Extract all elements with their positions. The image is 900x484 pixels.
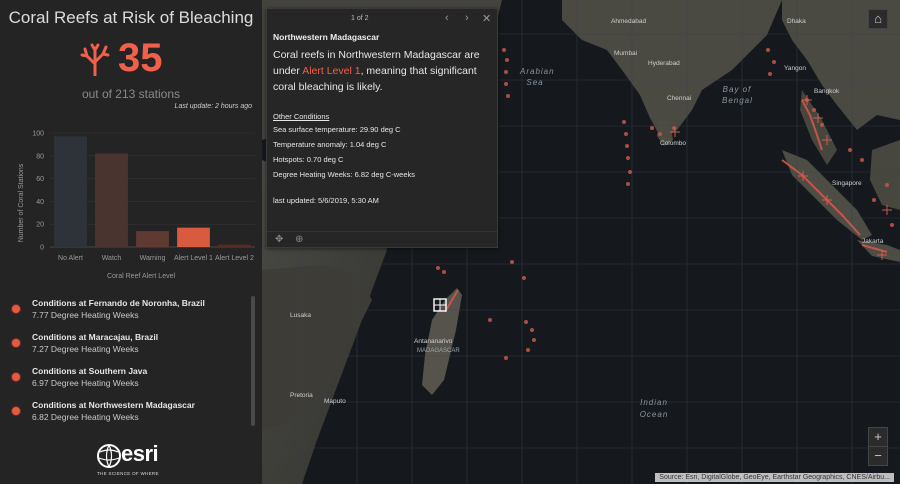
other-conditions-heading: Other Conditions: [273, 112, 330, 121]
app-title: Coral Reefs at Risk of Bleaching: [8, 8, 254, 27]
popup-footer: ✥ ⊕: [267, 231, 497, 249]
hotspots-line: Hotspots: 0.70 deg C: [273, 155, 344, 164]
label-ahmedabad: Ahmedabad: [611, 18, 647, 25]
label-yangon: Yangon: [784, 65, 806, 72]
condition-heating-weeks: 7.77 Degree Heating Weeks: [32, 310, 139, 320]
alert-dot-icon: [11, 372, 21, 382]
condition-title: Conditions at Fernando de Noronha, Brazi…: [32, 298, 205, 308]
condition-heating-weeks: 6.82 Degree Heating Weeks: [32, 412, 139, 422]
stations-total-label: out of 213 stations: [81, 87, 181, 101]
coral-icon: [80, 43, 110, 76]
alert-dot-icon: [11, 338, 21, 348]
condition-list-item[interactable]: Conditions at Southern Java 6.97 Degree H…: [0, 362, 255, 396]
x-tick-label: Alert Level 2: [215, 255, 254, 262]
y-tick-label: 100: [32, 131, 44, 138]
label-hyderabad: Hyderabad: [648, 60, 680, 67]
x-axis-label: Coral Reef Alert Level: [107, 273, 176, 280]
condition-heating-weeks: 7.27 Degree Heating Weeks: [32, 344, 139, 354]
pan-icon[interactable]: ✥: [275, 234, 283, 245]
x-tick-label: Warning: [140, 255, 166, 262]
y-tick-labels: 0 20 40 60 80 100: [32, 131, 44, 252]
alert-dot-icon: [11, 406, 21, 416]
x-tick-label: Alert Level 1: [174, 255, 213, 262]
condition-heating-weeks: 6.97 Degree Heating Weeks: [32, 378, 139, 388]
x-tick-label: Watch: [102, 255, 122, 262]
dhw-line: Degree Heating Weeks: 6.82 deg C-weeks: [273, 170, 416, 179]
y-axis-label: Number of Coral Stations: [18, 163, 25, 242]
label-dhaka: Dhaka: [787, 18, 806, 25]
station-count-row: 35: [0, 36, 262, 84]
label-madagascar: MADAGASCAR: [417, 348, 460, 354]
left-panel: Coral Reefs at Risk of Bleaching 35 out …: [0, 0, 262, 484]
y-tick-label: 20: [36, 222, 44, 229]
label-antananarivo: Antananarivo: [414, 338, 453, 345]
label-maputo: Maputo: [324, 398, 346, 405]
condition-title: Conditions at Maracajau, Brazil: [32, 332, 159, 342]
popup-header: 1 of 2 ‹ › ✕: [267, 9, 497, 29]
zoom-to-icon[interactable]: ⊕: [295, 234, 303, 245]
y-tick-label: 0: [40, 245, 44, 252]
last-updated-line: last updated: 5/6/2019, 5:30 AM: [273, 196, 379, 205]
label-colombo: Colombo: [660, 140, 687, 147]
popup-pager: 1 of 2: [351, 15, 369, 22]
bar-watch[interactable]: [95, 153, 128, 247]
label-pretoria: Pretoria: [290, 392, 313, 399]
label-singapore: Singapore: [832, 180, 862, 187]
alert-level-bar-chart: 0 20 40 60 80 100 No Alert Watch Warning Alert L…: [18, 131, 255, 280]
label-indian-ocean: Indian Ocean: [639, 398, 669, 419]
alert-dot-icon: [11, 304, 21, 314]
condition-list-item[interactable]: Conditions at Fernando de Noronha, Brazi…: [0, 294, 255, 328]
label-mumbai: Mumbai: [614, 50, 638, 57]
previous-icon[interactable]: ‹: [445, 12, 449, 24]
popup-title: Northwestern Madagascar: [273, 32, 380, 42]
y-tick-label: 60: [36, 176, 44, 183]
label-arabian-sea: Arabian Sea: [520, 67, 555, 87]
x-tick-label: No Alert: [58, 255, 83, 262]
popup-alert-level: Alert Level 1: [302, 65, 361, 77]
anomaly-line: Temperature anomaly: 1.04 deg C: [273, 140, 387, 149]
y-tick-label: 40: [36, 199, 44, 206]
sst-line: Sea surface temperature: 29.90 deg C: [273, 125, 401, 134]
stations-at-risk-count: 35: [118, 36, 163, 80]
label-bay-of-bengal: Bay of Bengal: [722, 85, 753, 105]
bar-no-alert[interactable]: [54, 136, 87, 247]
esri-wordmark: esri: [121, 441, 159, 466]
close-icon[interactable]: ✕: [482, 12, 491, 25]
esri-tagline: THE SCIENCE OF WHERE: [97, 471, 159, 476]
conditions-list: Conditions at Fernando de Noronha, Brazi…: [0, 294, 255, 430]
zoom-out-button[interactable]: −: [868, 446, 888, 466]
zoom-in-button[interactable]: +: [868, 427, 888, 447]
condition-title: Conditions at Southern Java: [32, 366, 148, 376]
condition-list-item[interactable]: Conditions at Maracajau, Brazil 7.27 Degr…: [0, 328, 255, 362]
bar-alert-level-1[interactable]: [177, 227, 210, 247]
station-popup: 1 of 2 ‹ › ✕ Northwestern Madagascar Cor…: [266, 8, 498, 248]
conditions-scrollbar[interactable]: [251, 296, 255, 426]
next-icon[interactable]: ›: [465, 12, 469, 24]
popup-description: Coral reefs in Northwestern Madagascar a…: [273, 47, 497, 95]
condition-title: Conditions at Northwestern Madagascar: [32, 400, 195, 410]
label-bangkok: Bangkok: [814, 88, 840, 95]
bar-alert-level-2[interactable]: [218, 244, 251, 247]
x-tick-labels: No Alert Watch Warning Alert Level 1 Alert L…: [58, 255, 254, 262]
bar-warning[interactable]: [136, 231, 169, 247]
condition-list-item[interactable]: Conditions at Northwestern Madagascar 6.8…: [0, 396, 255, 430]
home-button[interactable]: ⌂: [868, 9, 888, 29]
label-jakarta: Jakarta: [862, 238, 884, 245]
map-attribution: Source: Esri, DigitalGlobe, GeoEye, Eart…: [655, 473, 894, 482]
last-update-label: Last update: 2 hours ago: [174, 103, 252, 110]
y-tick-label: 80: [36, 153, 44, 160]
label-lusaka: Lusaka: [290, 312, 311, 319]
label-chennai: Chennai: [667, 95, 692, 102]
chart-bars: [54, 136, 251, 247]
